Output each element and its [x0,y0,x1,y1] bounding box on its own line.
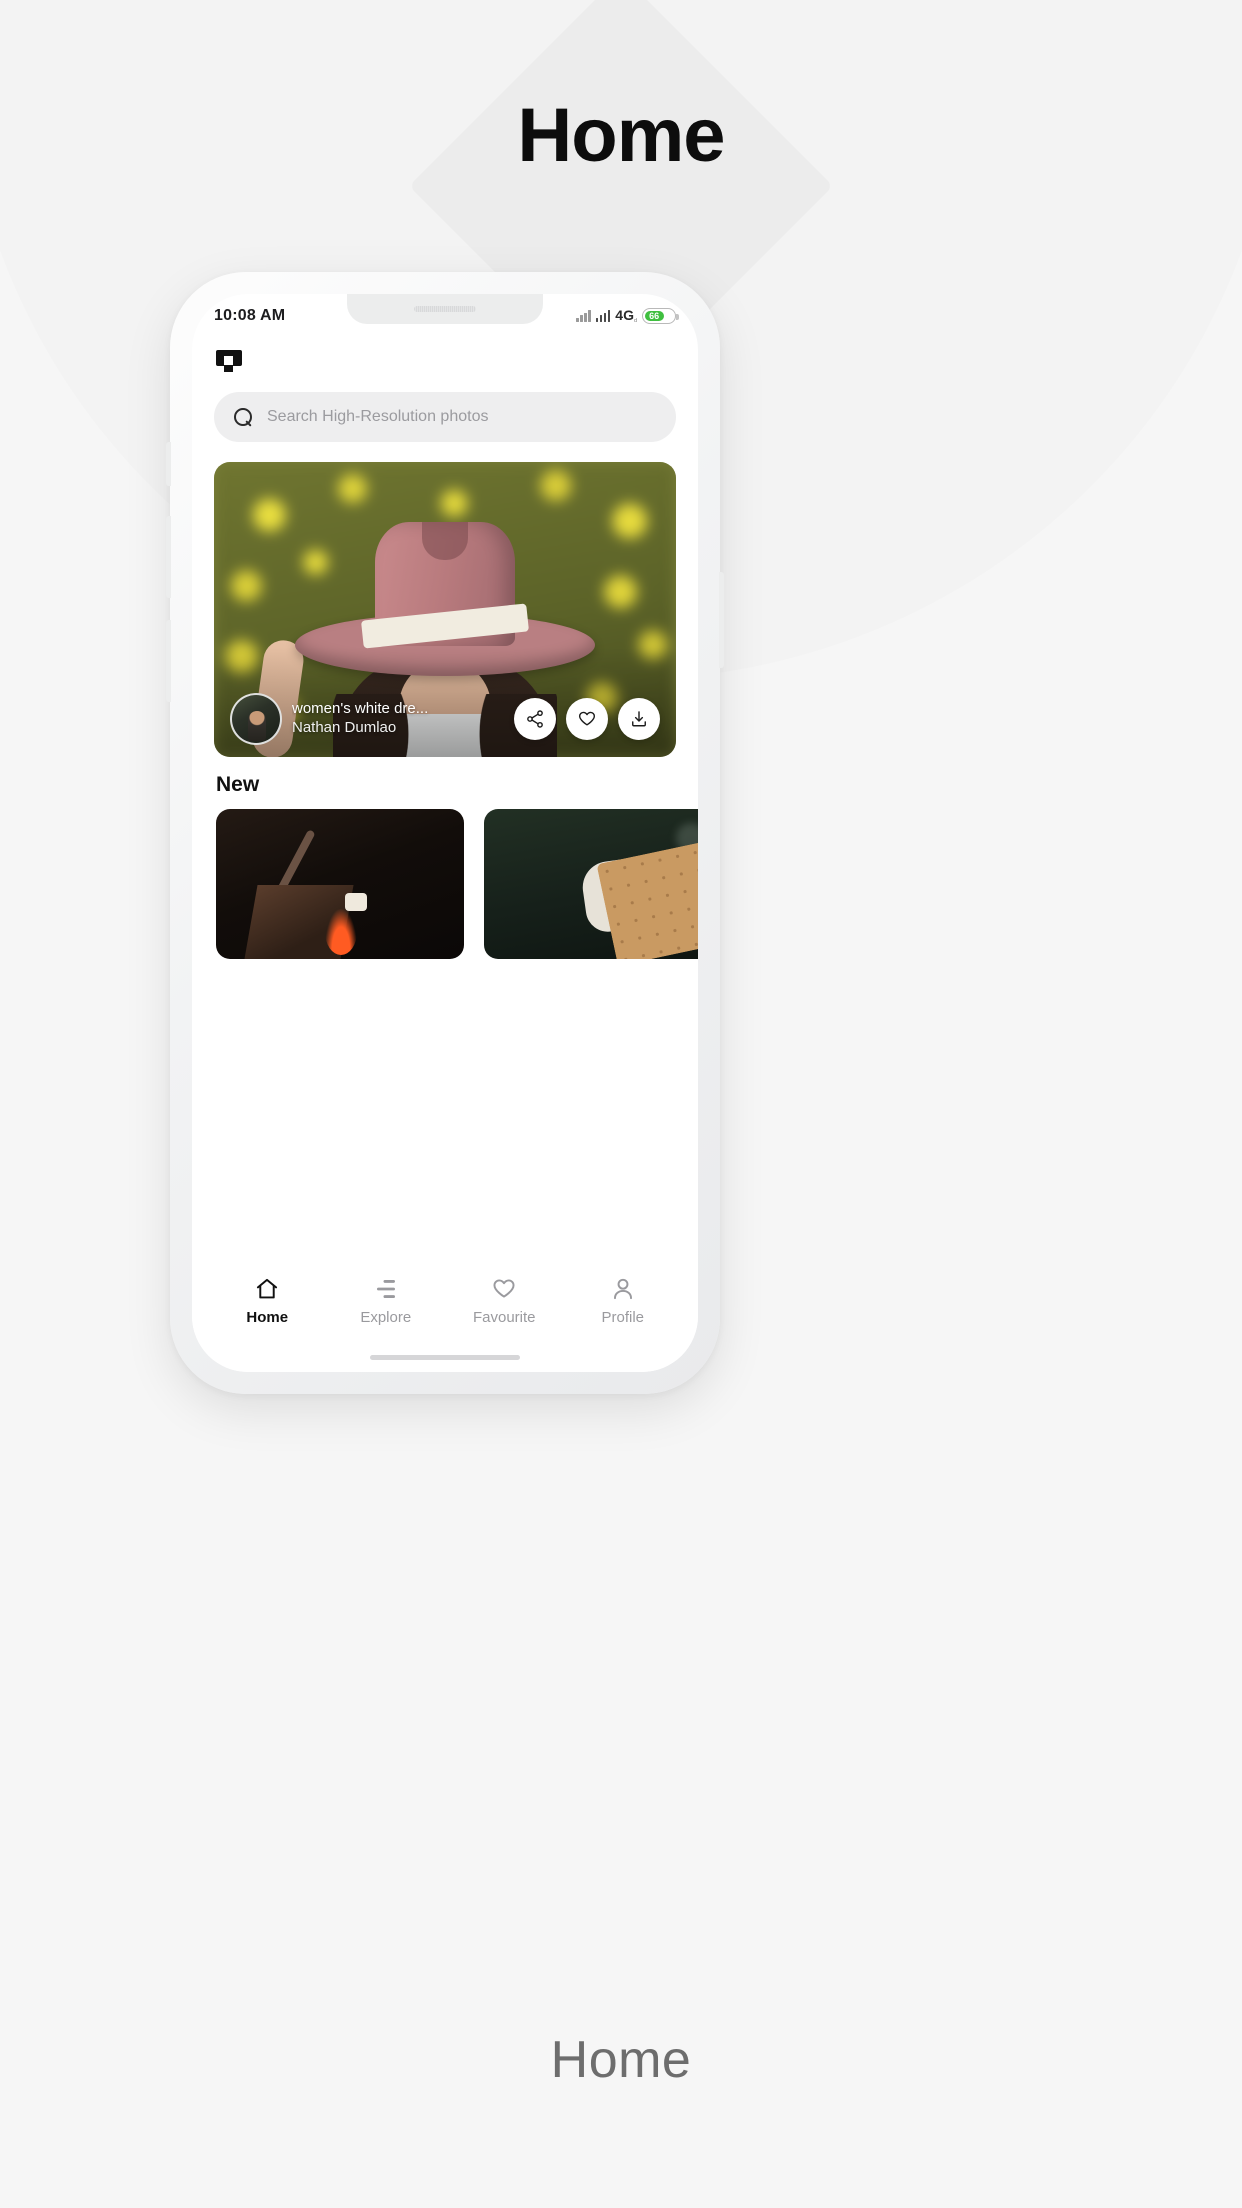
battery-percent: 66 [649,310,660,321]
avatar[interactable] [230,693,282,745]
page-title: Home [517,93,725,178]
tab-profile-label: Profile [601,1309,645,1326]
home-icon [254,1276,280,1302]
status-bar: 10:08 AM 4Gᵈ 66 [192,294,698,334]
share-button[interactable] [514,698,556,740]
featured-photo-footer: women's white dre... Nathan Dumlao [214,693,676,745]
footer-caption: Home [550,2031,692,2089]
camera-logo-icon[interactable] [216,350,242,372]
logo-lens [224,356,233,365]
phone-screen: 10:08 AM 4Gᵈ 66 Search High-Resolution p… [192,294,698,1372]
search-icon [234,407,253,427]
volume-down-button[interactable] [166,620,171,702]
tab-favourite-label: Favourite [472,1309,536,1326]
featured-photo-author: Nathan Dumlao [292,719,397,736]
network-type-label: 4Gᵈ [615,306,637,326]
graham-cracker [596,839,698,959]
status-time: 10:08 AM [214,307,286,324]
new-photos-grid [216,809,698,959]
signal-bars-sim1-icon [576,309,591,322]
search-bar[interactable]: Search High-Resolution photos [214,392,676,442]
phone-mockup-frame: 10:08 AM 4Gᵈ 66 Search High-Resolution p… [166,272,724,1394]
person-icon [610,1276,636,1302]
featured-photo-card[interactable]: women's white dre... Nathan Dumlao [214,462,676,757]
signal-bars-sim2-icon [595,309,611,322]
featured-photo-meta: women's white dre... Nathan Dumlao [292,700,504,738]
battery-icon: 66 [642,307,679,324]
heart-icon [578,711,596,726]
tab-home-label: Home [246,1309,289,1326]
thumb-smore-graham-cracker[interactable] [484,809,698,959]
status-indicators: 4Gᵈ 66 [576,306,679,326]
campfire-glow [325,909,358,955]
favourite-button[interactable] [566,698,608,740]
screenshot-stage: Home 10:08 AM 4Gᵈ 66 Search High-Resolut… [0,0,1242,2208]
power-button[interactable] [719,572,724,668]
download-button[interactable] [618,698,660,740]
home-indicator[interactable] [370,1355,520,1360]
marshmallow [344,893,367,911]
thumb-campfire-marshmallow[interactable] [216,809,464,959]
search-section: Search High-Resolution photos [192,388,698,442]
heart-icon [491,1276,517,1302]
featured-photo-actions [514,698,660,740]
logo-tab [224,365,233,372]
tab-profile[interactable]: Profile [564,1276,683,1372]
featured-photo-title: women's white dre... [292,700,429,718]
battery-fill: 66 [644,310,664,322]
explore-icon [373,1276,399,1302]
section-title-new: New [216,773,260,796]
tab-home[interactable]: Home [208,1276,327,1372]
search-input[interactable]: Search High-Resolution photos [267,408,488,426]
app-header [192,334,698,388]
share-icon [527,710,543,728]
download-icon [632,711,646,727]
tab-explore-label: Explore [360,1309,412,1326]
